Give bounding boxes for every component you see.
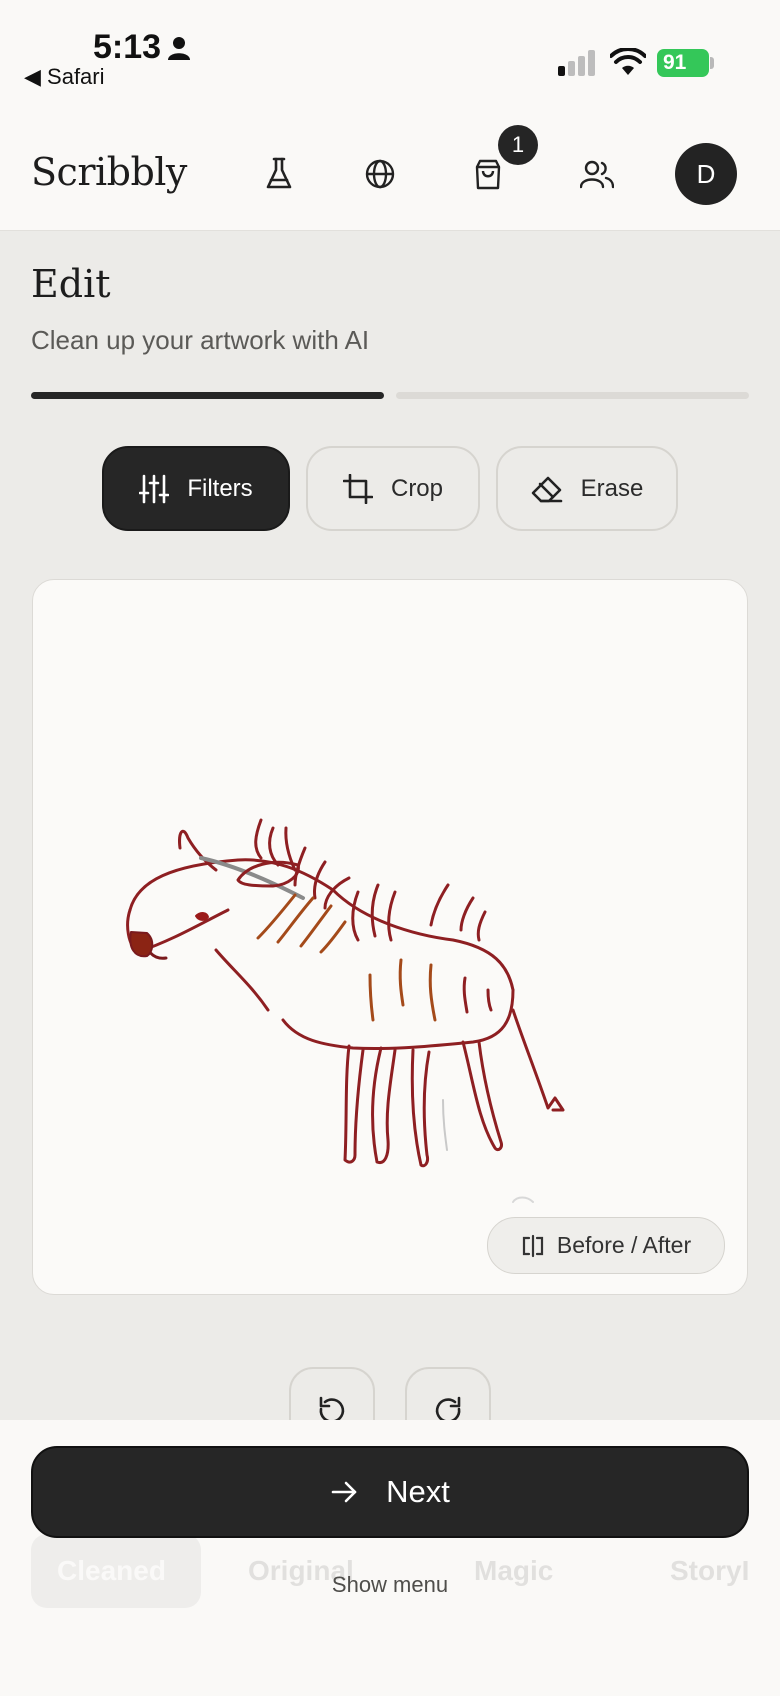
brand-logo[interactable]: Scribbly — [31, 150, 187, 194]
avatar[interactable]: D — [675, 143, 737, 205]
battery-indicator: 91 — [657, 49, 709, 77]
next-button[interactable]: Next — [31, 1446, 749, 1538]
flask-icon[interactable] — [259, 154, 299, 194]
sliders-icon — [139, 474, 170, 503]
show-menu-link[interactable]: Show menu — [0, 1572, 780, 1598]
status-bar: 5:13 ◀ Safari 91 — [0, 0, 780, 118]
progress-step-complete — [31, 392, 384, 399]
battery-tip — [710, 57, 714, 69]
artwork-canvas[interactable]: Before / After — [32, 579, 748, 1295]
zebra-drawing — [126, 818, 565, 1203]
cart-count-badge: 1 — [498, 125, 538, 165]
crop-button[interactable]: Crop — [306, 446, 480, 531]
compare-icon — [522, 1234, 543, 1257]
page-subtitle: Clean up your artwork with AI — [31, 325, 370, 355]
back-to-safari-link[interactable]: ◀ Safari — [24, 64, 105, 90]
status-time: 5:13 — [93, 28, 162, 66]
erase-label: Erase — [580, 474, 644, 502]
cellular-signal-icon — [558, 50, 595, 76]
eraser-icon — [531, 476, 562, 502]
users-icon[interactable] — [577, 154, 617, 194]
before-after-label: Before / After — [556, 1232, 692, 1258]
filters-button[interactable]: Filters — [102, 446, 290, 531]
erase-button[interactable]: Erase — [496, 446, 678, 531]
crop-label: Crop — [390, 474, 444, 502]
crop-icon — [342, 473, 373, 504]
progress-step-remaining — [396, 392, 749, 399]
globe-icon[interactable] — [360, 154, 400, 194]
page-title: Edit — [31, 262, 111, 306]
filters-label: Filters — [187, 474, 253, 502]
shopping-bag-icon[interactable] — [468, 154, 508, 194]
next-label: Next — [386, 1474, 450, 1509]
bottom-action-sheet: Cleaned Original Magic StoryI Next Show … — [0, 1420, 780, 1696]
top-navigation: Scribbly — [0, 118, 780, 231]
before-after-toggle[interactable]: Before / After — [487, 1217, 725, 1274]
wifi-icon — [610, 48, 646, 75]
person-icon — [168, 37, 190, 60]
arrow-right-icon — [331, 1481, 357, 1503]
